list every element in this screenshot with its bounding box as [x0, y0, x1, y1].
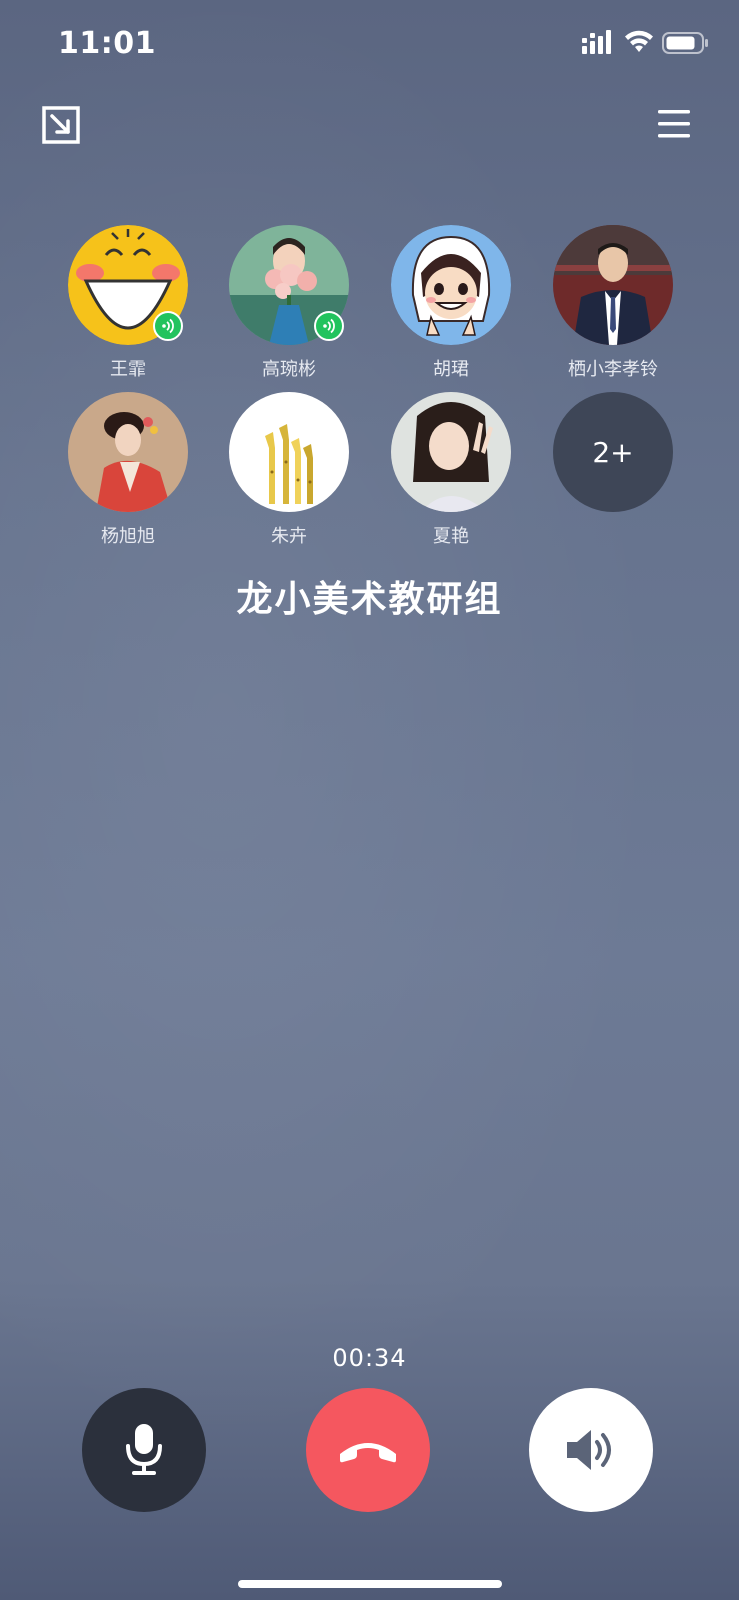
more-participants-count: 2+: [553, 392, 673, 512]
participant-tile[interactable]: 夏艳: [381, 392, 521, 552]
wifi-icon: [625, 30, 653, 52]
avatar: [229, 392, 349, 512]
home-indicator[interactable]: [238, 1580, 502, 1588]
participant-name: 夏艳: [433, 526, 469, 547]
participant-name: 栖小李孝铃: [568, 359, 658, 380]
giraffe-avatar-image: [229, 392, 349, 512]
photo-avatar-image: [68, 392, 188, 512]
more-participants-button[interactable]: 2+: [543, 392, 683, 552]
photo-avatar-image: [391, 392, 511, 512]
status-time: 11:01: [58, 26, 156, 61]
participant-name: 高琬彬: [262, 359, 316, 380]
participant-tile[interactable]: 王霏: [58, 225, 198, 385]
mute-button[interactable]: [82, 1388, 206, 1512]
participant-tile[interactable]: 胡珺: [381, 225, 521, 385]
speaker-icon: [567, 1430, 611, 1470]
participant-tile[interactable]: 高琬彬: [219, 225, 359, 385]
group-name: 龙小美术教研组: [236, 579, 503, 620]
participant-tile[interactable]: 杨旭旭: [58, 392, 198, 552]
status-bar: 11:01: [0, 0, 739, 90]
minimize-icon[interactable]: [42, 106, 82, 146]
speaking-indicator-icon: [314, 311, 344, 341]
hang-up-button[interactable]: [306, 1388, 430, 1512]
cartoon-girl-avatar-image: [391, 225, 511, 345]
participant-name: 杨旭旭: [101, 526, 155, 547]
avatar: [68, 392, 188, 512]
avatar: [391, 392, 511, 512]
avatar: [391, 225, 511, 345]
call-duration: 00:34: [332, 1344, 407, 1372]
participant-name: 朱卉: [271, 526, 307, 547]
microphone-icon: [126, 1424, 162, 1475]
menu-icon[interactable]: [656, 106, 692, 142]
avatar: [553, 225, 673, 345]
hang-up-icon: [340, 1443, 396, 1463]
participant-tile[interactable]: 朱卉: [219, 392, 359, 552]
participant-tile[interactable]: 栖小李孝铃: [543, 225, 683, 385]
battery-icon: [662, 32, 708, 54]
participant-name: 胡珺: [433, 359, 469, 380]
participant-name: 王霏: [110, 359, 146, 380]
signal-icon: [582, 30, 611, 54]
photo-avatar-image: [553, 225, 673, 345]
speaker-button[interactable]: [529, 1388, 653, 1512]
speaking-indicator-icon: [153, 311, 183, 341]
